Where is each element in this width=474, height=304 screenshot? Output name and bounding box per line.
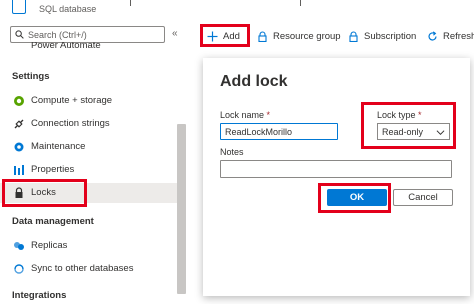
sidebar-scrollbar[interactable]: [177, 124, 186, 294]
subscription-label: Subscription: [364, 30, 417, 42]
highlight-add-button: [200, 24, 250, 47]
sidebar-item-label: Replicas: [31, 240, 68, 251]
divider: [300, 0, 306, 6]
group-by-subscription-button[interactable]: Subscription: [348, 28, 416, 44]
refresh-button[interactable]: Refresh: [427, 28, 474, 44]
highlight-locks-item: [2, 179, 87, 207]
sidebar-item-label: Properties: [31, 164, 75, 175]
sidebar-item-sync[interactable]: Sync to other databases: [0, 259, 178, 279]
lock-icon: [258, 30, 267, 42]
lock-name-value: ReadLockMorillo: [225, 127, 293, 137]
sidebar-item-label: Maintenance: [31, 141, 86, 152]
divider: [130, 0, 136, 6]
highlight-ok-button: [318, 183, 391, 213]
replicas-icon: [14, 242, 24, 250]
lock-name-input[interactable]: ReadLockMorillo: [220, 123, 338, 140]
maintenance-icon: [14, 142, 24, 152]
sidebar: Search (Ctrl+/) « Power Automate Setting…: [0, 24, 192, 304]
collapse-sidebar-icon[interactable]: «: [172, 28, 178, 39]
section-settings: Settings: [12, 71, 50, 82]
compute-icon: [14, 96, 24, 106]
sidebar-item-label: Connection strings: [31, 118, 110, 129]
resource-header: SQL database: [0, 0, 474, 20]
sidebar-item-label: Sync to other databases: [31, 263, 134, 274]
refresh-icon: [428, 30, 437, 40]
sql-database-icon: [12, 0, 26, 14]
sync-icon: [14, 264, 24, 274]
highlight-lock-type: [361, 102, 456, 149]
refresh-label: Refresh: [443, 30, 474, 42]
panel-title: Add lock: [220, 73, 288, 90]
resource-type-subtitle: SQL database: [39, 4, 97, 14]
connection-icon: [14, 119, 24, 129]
notes-input[interactable]: [220, 160, 452, 178]
section-integrations: Integrations: [12, 290, 67, 301]
sidebar-item-power-automate[interactable]: Power Automate: [0, 42, 178, 56]
sidebar-item-label: Power Automate: [31, 42, 101, 51]
resource-group-label: Resource group: [273, 30, 341, 42]
sidebar-item-connection-strings[interactable]: Connection strings: [0, 114, 178, 134]
lock-name-label: Lock name *: [220, 110, 270, 120]
search-input[interactable]: Search (Ctrl+/): [10, 26, 165, 43]
notes-label: Notes: [220, 147, 244, 157]
group-by-resource-group-button[interactable]: Resource group: [257, 28, 341, 44]
search-icon: [15, 30, 24, 39]
properties-icon: [14, 165, 24, 175]
required-indicator: *: [266, 110, 271, 120]
sidebar-item-properties[interactable]: Properties: [0, 160, 178, 180]
sidebar-item-compute-storage[interactable]: Compute + storage: [0, 91, 178, 111]
section-data-management: Data management: [12, 216, 94, 227]
lock-icon: [349, 30, 358, 42]
sidebar-item-maintenance[interactable]: Maintenance: [0, 137, 178, 157]
add-lock-panel: Add lock Lock name * ReadLockMorillo Loc…: [203, 58, 470, 296]
search-placeholder: Search (Ctrl+/): [28, 30, 87, 40]
lock-name-label-text: Lock name: [220, 110, 265, 120]
cancel-button[interactable]: Cancel: [393, 189, 453, 206]
sidebar-item-replicas[interactable]: Replicas: [0, 236, 178, 256]
sidebar-item-label: Compute + storage: [31, 95, 113, 106]
